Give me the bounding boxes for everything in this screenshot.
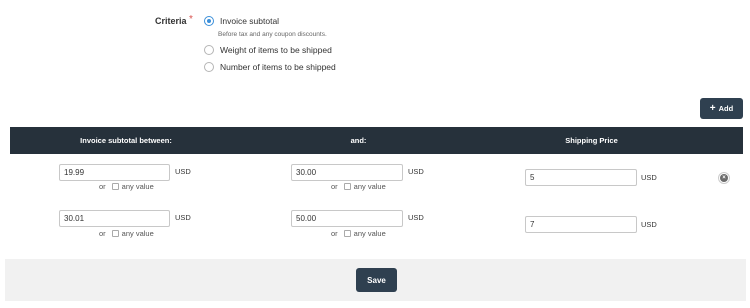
subtotal-to-input[interactable] <box>291 164 403 181</box>
radio-label: Weight of items to be shipped <box>220 45 332 55</box>
currency-label: USD <box>175 213 191 222</box>
column-header-subtotal-to: and: <box>350 136 367 145</box>
currency-label: USD <box>641 173 657 182</box>
any-value-checkbox[interactable] <box>111 183 119 190</box>
any-value-checkbox[interactable] <box>111 230 119 237</box>
save-button[interactable]: Save <box>356 268 397 292</box>
required-marker: * <box>189 14 193 25</box>
any-value-option[interactable]: or any value <box>99 229 154 238</box>
subtotal-from-input[interactable] <box>59 210 170 227</box>
plus-icon: + <box>709 102 716 114</box>
close-icon: × <box>720 174 728 182</box>
column-header-shipping-price: Shipping Price <box>565 136 618 145</box>
any-value-checkbox[interactable] <box>343 230 351 237</box>
any-value-label: any value <box>121 229 154 238</box>
criteria-option-invoice-subtotal[interactable]: Invoice subtotal <box>204 16 279 26</box>
radio-button[interactable] <box>204 16 214 26</box>
currency-label: USD <box>641 220 657 229</box>
subtotal-from-input[interactable] <box>59 164 170 181</box>
shipping-price-input[interactable] <box>525 216 637 233</box>
table-header: Invoice subtotal between: and: Shipping … <box>10 127 743 154</box>
column-header-subtotal-from: Invoice subtotal between: <box>80 136 172 145</box>
radio-label: Number of items to be shipped <box>220 62 336 72</box>
any-value-option[interactable]: or any value <box>331 229 386 238</box>
any-value-option[interactable]: or any value <box>331 182 386 191</box>
any-value-label: any value <box>121 182 154 191</box>
or-label: or <box>99 229 106 238</box>
currency-label: USD <box>175 167 191 176</box>
radio-label: Invoice subtotal <box>220 16 280 26</box>
add-button-label: Add <box>718 104 734 113</box>
currency-label: USD <box>408 167 424 176</box>
add-row-button[interactable]: + Add <box>700 98 743 119</box>
radio-button[interactable] <box>204 45 214 55</box>
shipping-price-input[interactable] <box>525 169 637 186</box>
any-value-option[interactable]: or any value <box>99 182 154 191</box>
radio-button[interactable] <box>204 62 214 72</box>
criteria-option-item-count[interactable]: Number of items to be shipped <box>204 62 336 72</box>
any-value-label: any value <box>353 229 386 238</box>
or-label: or <box>99 182 106 191</box>
currency-label: USD <box>408 213 424 222</box>
or-label: or <box>331 229 338 238</box>
subtotal-to-input[interactable] <box>291 210 403 227</box>
criteria-help-text: Before tax and any coupon discounts. <box>218 31 327 38</box>
any-value-checkbox[interactable] <box>343 183 351 190</box>
criteria-option-weight[interactable]: Weight of items to be shipped <box>204 45 332 55</box>
or-label: or <box>331 182 338 191</box>
any-value-label: any value <box>353 182 386 191</box>
criteria-label: Criteria <box>155 16 187 26</box>
remove-row-icon[interactable]: × <box>718 172 730 184</box>
